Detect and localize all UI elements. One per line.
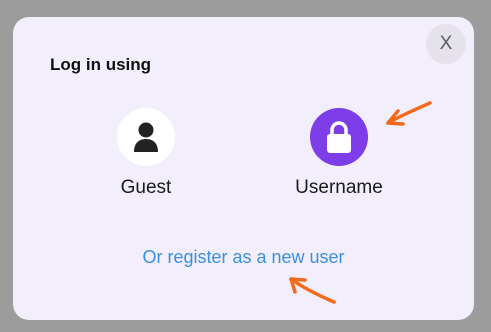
username-login-option[interactable]: Username: [269, 108, 409, 199]
register-link[interactable]: Or register as a new user: [13, 247, 474, 268]
login-dialog: X Log in using Guest Username Or registe…: [13, 17, 474, 320]
guest-icon-circle[interactable]: [117, 108, 175, 166]
dialog-title: Log in using: [50, 55, 152, 74]
user-icon: [134, 122, 158, 152]
username-icon-circle[interactable]: [310, 108, 368, 166]
lock-icon: [327, 121, 351, 153]
close-button[interactable]: X: [426, 24, 466, 64]
username-label[interactable]: Username: [269, 177, 409, 199]
guest-label[interactable]: Guest: [76, 177, 216, 199]
guest-login-option[interactable]: Guest: [76, 108, 216, 199]
